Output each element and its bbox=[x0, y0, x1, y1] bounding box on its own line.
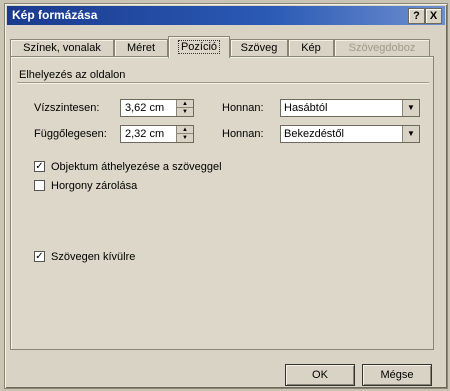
move-with-text-checkbox[interactable]: ✓ bbox=[34, 161, 45, 172]
float-over-text-checkbox[interactable]: ✓ bbox=[34, 251, 45, 262]
ok-button[interactable]: OK bbox=[285, 364, 355, 386]
spin-down-icon[interactable]: ▼ bbox=[177, 108, 193, 116]
group-divider bbox=[17, 82, 429, 84]
spin-up-icon[interactable]: ▲ bbox=[177, 100, 193, 108]
dropdown-arrow-icon[interactable]: ▼ bbox=[402, 100, 419, 116]
move-with-text-label[interactable]: Objektum áthelyezése a szöveggel bbox=[51, 160, 222, 174]
spinner-arrows[interactable]: ▲ ▼ bbox=[176, 126, 193, 142]
lock-anchor-label[interactable]: Horgony zárolása bbox=[51, 179, 137, 193]
tab-textbox: Szövegdoboz bbox=[334, 39, 430, 57]
title-bar: Kép formázása ? X bbox=[7, 6, 445, 25]
tab-label: Színek, vonalak bbox=[23, 42, 101, 54]
float-over-text-label[interactable]: Szövegen kívülre bbox=[51, 250, 135, 264]
vertical-from-value: Bekezdéstől bbox=[284, 128, 344, 140]
vertical-from-label: Honnan: bbox=[222, 128, 264, 140]
horizontal-spinner[interactable]: 3,62 cm ▲ ▼ bbox=[120, 99, 194, 117]
close-button[interactable]: X bbox=[425, 8, 442, 24]
help-button[interactable]: ? bbox=[408, 8, 425, 24]
vertical-label: Függőlegesen: bbox=[34, 128, 107, 140]
tab-picture[interactable]: Kép bbox=[288, 39, 334, 57]
horizontal-from-select[interactable]: Hasábtól ▼ bbox=[280, 99, 420, 117]
tab-size[interactable]: Méret bbox=[114, 39, 168, 57]
spin-up-icon[interactable]: ▲ bbox=[177, 126, 193, 134]
horizontal-label: Vízszintesen: bbox=[34, 102, 100, 114]
lock-anchor-checkbox[interactable] bbox=[34, 180, 45, 191]
vertical-value: 2,32 cm bbox=[125, 128, 165, 140]
horizontal-value: 3,62 cm bbox=[125, 102, 165, 114]
tab-label: Szövegdoboz bbox=[348, 42, 416, 54]
horizontal-from-label: Honnan: bbox=[222, 102, 264, 114]
tab-strip: Színek, vonalak Méret Pozíció Szöveg Kép… bbox=[10, 36, 434, 58]
dialog-title: Kép formázása bbox=[12, 8, 98, 22]
tab-position[interactable]: Pozíció bbox=[168, 36, 230, 58]
group-label: Elhelyezés az oldalon bbox=[19, 69, 126, 81]
tab-text[interactable]: Szöveg bbox=[230, 39, 288, 57]
tab-label: Kép bbox=[301, 42, 321, 54]
vertical-spinner[interactable]: 2,32 cm ▲ ▼ bbox=[120, 125, 194, 143]
spinner-arrows[interactable]: ▲ ▼ bbox=[176, 100, 193, 116]
cancel-button[interactable]: Mégse bbox=[362, 364, 432, 386]
tab-label: Méret bbox=[126, 42, 156, 54]
horizontal-from-value: Hasábtól bbox=[284, 102, 328, 114]
dropdown-arrow-icon[interactable]: ▼ bbox=[402, 126, 419, 142]
spin-down-icon[interactable]: ▼ bbox=[177, 134, 193, 142]
tab-colors-lines[interactable]: Színek, vonalak bbox=[10, 39, 114, 57]
tab-label: Szöveg bbox=[240, 42, 278, 54]
vertical-from-select[interactable]: Bekezdéstől ▼ bbox=[280, 125, 420, 143]
tab-label: Pozíció bbox=[177, 40, 221, 54]
